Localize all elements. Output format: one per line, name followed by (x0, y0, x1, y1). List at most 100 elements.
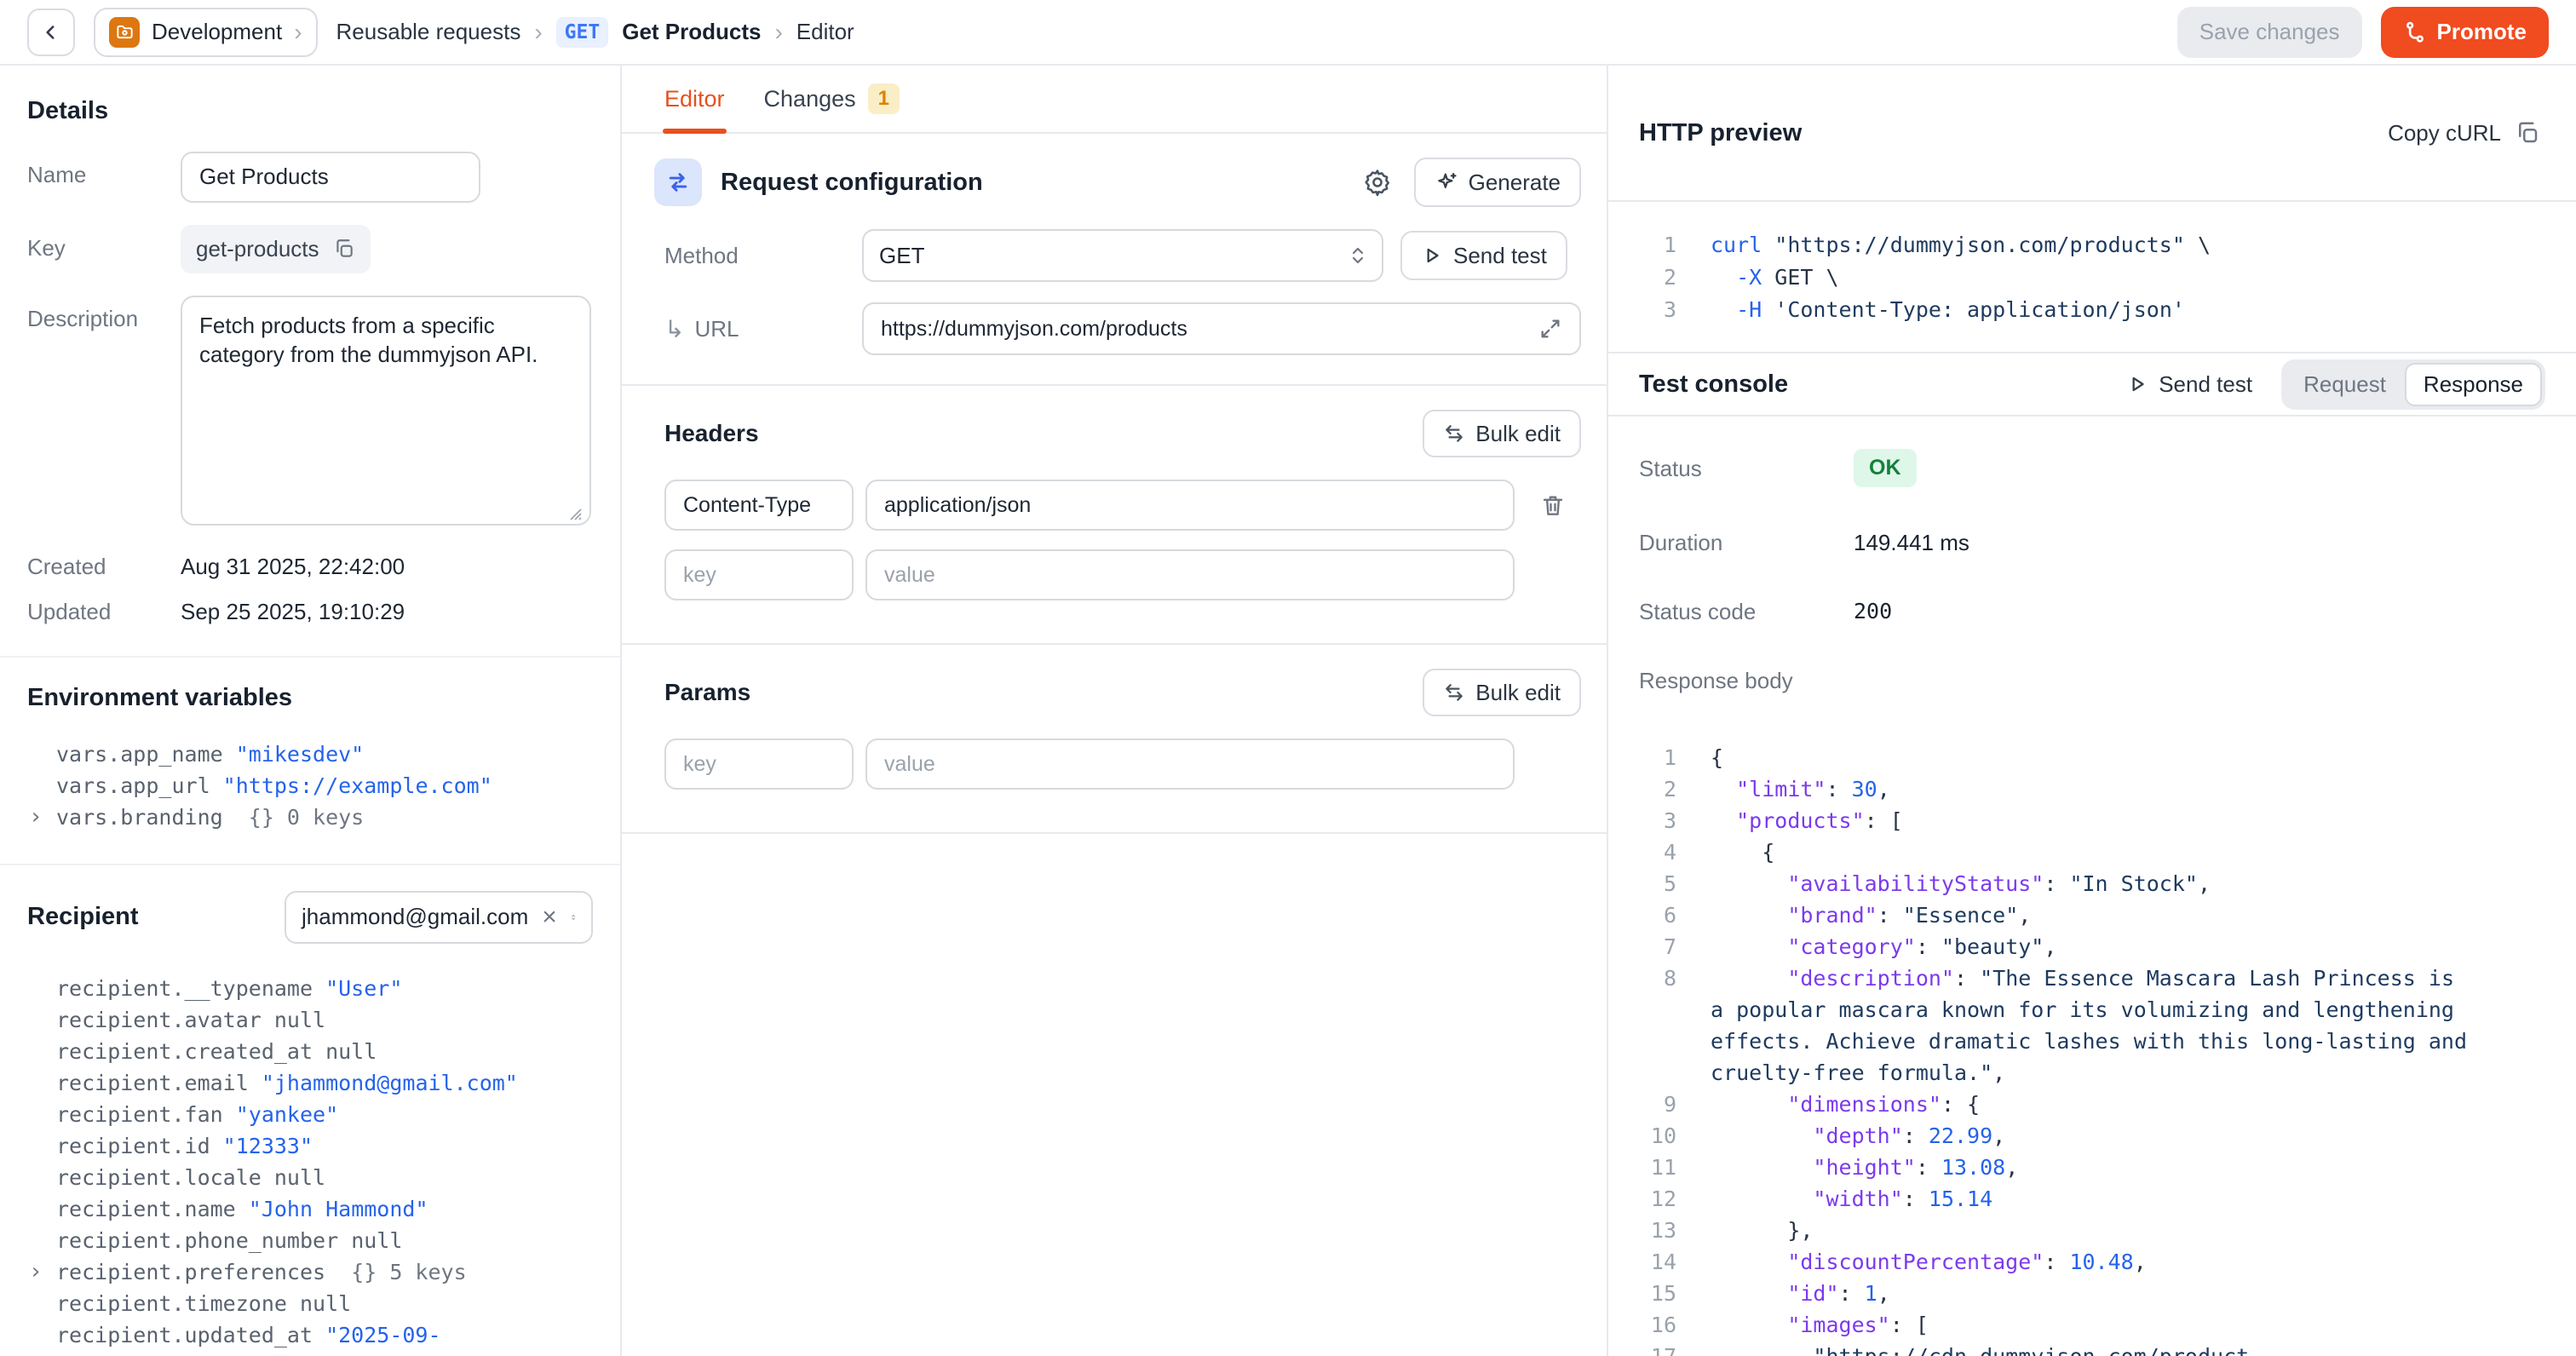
params-section: Params Bulk edit (622, 645, 1607, 820)
description-textarea[interactable]: Fetch products from a specific category … (181, 296, 591, 526)
code-token: recipient.updated_at (56, 1323, 325, 1347)
save-changes-button[interactable]: Save changes (2177, 7, 2362, 58)
top-bar: Development › Reusable requests › GET Ge… (0, 0, 2576, 66)
expand-url-button[interactable] (1535, 313, 1566, 344)
code-token: "products" (1736, 808, 1865, 833)
code-text: curl "https://dummyjson.com/products" \ (1711, 229, 2211, 261)
header-key-input[interactable] (664, 549, 854, 600)
code-token: : (1826, 777, 1851, 802)
description-row: Description Fetch products from a specif… (27, 296, 593, 531)
code-token: , (1992, 1123, 2005, 1148)
expander-chevron-icon[interactable]: › (29, 802, 43, 833)
bulk-edit-label: Bulk edit (1475, 421, 1561, 447)
code-text: { (1711, 742, 1723, 773)
code-line: vars.app_name "mikesdev" (27, 738, 593, 770)
console-send-test-button[interactable]: Send test (2121, 371, 2257, 399)
test-console-title: Test console (1639, 371, 1788, 399)
code-line: vars.app_url "https://example.com" (27, 770, 593, 802)
code-token: recipient.preferences (56, 1260, 325, 1284)
delete-header-button[interactable] (1537, 489, 1569, 521)
breadcrumb-request-name[interactable]: Get Products (622, 19, 761, 45)
param-value-input[interactable] (865, 738, 1515, 790)
trash-icon (1540, 492, 1566, 518)
code-text: vars.app_name "mikesdev" (56, 738, 364, 770)
settings-button[interactable] (1358, 163, 1397, 202)
code-token: "description" (1787, 966, 1954, 991)
code-token: : (2044, 871, 2069, 896)
code-token: "User" (325, 976, 402, 1001)
key-value: get-products (196, 236, 319, 262)
recipient-select[interactable]: jhammond@gmail.com × (285, 891, 593, 944)
tab-changes[interactable]: Changes 1 (764, 66, 900, 132)
code-token: }, (1711, 1218, 1813, 1243)
code-line: recipient.phone_number null (27, 1225, 593, 1256)
environment-switcher[interactable]: Development › (94, 8, 318, 57)
code-text: recipient.avatar null (56, 1004, 325, 1036)
code-text: "depth": 22.99, (1711, 1120, 2005, 1152)
line-number: 12 (1639, 1183, 1676, 1215)
generate-button[interactable]: Generate (1414, 158, 1581, 207)
line-number: 9 (1639, 1089, 1676, 1120)
chevron-left-icon (40, 21, 62, 43)
send-test-button[interactable]: Send test (1400, 231, 1567, 280)
header-value-input[interactable] (865, 480, 1515, 531)
code-line: recipient.created_at null (27, 1036, 593, 1067)
code-token: recipient.name (56, 1197, 249, 1221)
promote-button[interactable]: Promote (2381, 7, 2549, 58)
code-line: 14 "discountPercentage": 10.48, (1639, 1246, 2545, 1278)
code-token: vars.app_name (56, 742, 236, 767)
environment-variables-section: Environment variables vars.app_name "mik… (0, 656, 620, 864)
recipient-title: Recipient (27, 902, 139, 932)
code-text: "https://cdn.dummyjson.com/product-image… (1711, 1341, 2480, 1356)
code-token: 1 (1865, 1281, 1877, 1306)
url-input[interactable] (862, 302, 1581, 355)
code-token: "yankee" (236, 1102, 338, 1127)
code-token: "https://example.com" (223, 773, 492, 798)
code-text: "width": 15.14 (1711, 1183, 1992, 1215)
copy-icon (2515, 120, 2540, 146)
code-text: recipient.timezone null (56, 1288, 351, 1319)
back-button[interactable] (27, 9, 75, 56)
name-input[interactable] (181, 152, 480, 203)
status-row: Status OK (1639, 456, 2545, 487)
generate-label: Generate (1469, 170, 1561, 196)
request-tab[interactable]: Request (2285, 363, 2405, 406)
code-token: { (1711, 840, 1774, 865)
code-token (1711, 1186, 1813, 1211)
code-token: recipient.avatar (56, 1008, 274, 1032)
code-token: , (1992, 1060, 2005, 1085)
param-key-input[interactable] (664, 738, 854, 790)
line-number: 16 (1639, 1309, 1676, 1341)
updated-label: Updated (27, 599, 181, 625)
copy-curl-button[interactable]: Copy cURL (2383, 119, 2545, 147)
tab-editor[interactable]: Editor (664, 66, 725, 132)
code-line: 3 "products": [ (1639, 805, 2545, 836)
folder-icon (109, 17, 140, 48)
response-tab[interactable]: Response (2405, 363, 2542, 406)
code-line: 2 "limit": 30, (1639, 773, 2545, 805)
code-line: 1{ (1639, 742, 2545, 773)
method-select[interactable]: GET (862, 229, 1383, 282)
code-token: : [ (1865, 808, 1903, 833)
chevron-up-down-icon (1349, 243, 1366, 268)
updated-value: Sep 25 2025, 19:10:29 (181, 599, 405, 625)
editor-panel: Editor Changes 1 Request configuration G… (622, 66, 1607, 1356)
headers-bulk-edit-button[interactable]: Bulk edit (1423, 410, 1581, 457)
code-token: recipient.timezone (56, 1291, 300, 1316)
expander-chevron-icon[interactable]: › (29, 1256, 43, 1288)
resize-handle-icon[interactable] (567, 506, 583, 521)
params-bulk-edit-button[interactable]: Bulk edit (1423, 669, 1581, 716)
code-token: : (1839, 1281, 1865, 1306)
code-token: : (2044, 1250, 2069, 1274)
code-text: "availabilityStatus": "In Stock", (1711, 868, 2211, 899)
breadcrumb-section[interactable]: Reusable requests (336, 19, 521, 45)
copy-icon[interactable] (333, 238, 355, 260)
duration-value: 149.441 ms (1854, 530, 1969, 556)
code-token: recipient.locale (56, 1165, 274, 1190)
clear-icon[interactable]: × (542, 905, 557, 930)
created-value: Aug 31 2025, 22:42:00 (181, 554, 405, 580)
header-key-input[interactable] (664, 480, 854, 531)
code-token: recipient.__typename (56, 976, 325, 1001)
code-text: "description": "The Essence Mascara Lash… (1711, 962, 2480, 1089)
header-value-input[interactable] (865, 549, 1515, 600)
